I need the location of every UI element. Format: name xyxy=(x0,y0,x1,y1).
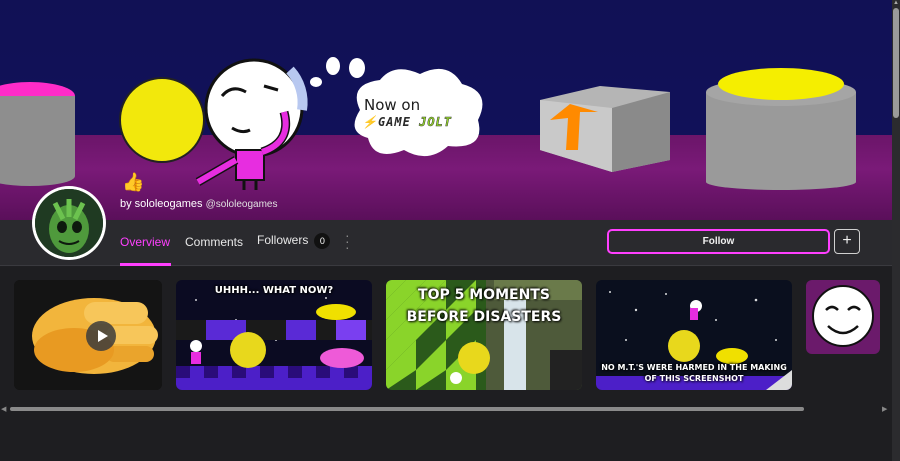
post-card-nomt[interactable]: NO M.T.'S WERE HARMED IN THE MAKING OF T… xyxy=(596,280,792,390)
author-name[interactable]: by sololeogames xyxy=(120,198,203,210)
active-tab-indicator xyxy=(120,263,171,266)
scroll-left-icon[interactable]: ◀ xyxy=(1,405,6,413)
thumbs-up-icon[interactable]: 👍 xyxy=(122,172,144,193)
play-icon[interactable] xyxy=(86,321,116,351)
posts-horizontal-scrollbar[interactable]: ◀ ▶ xyxy=(0,405,892,413)
gamejolt-logo: ⚡GAME JOLT xyxy=(362,115,452,130)
avatar-image xyxy=(35,189,103,257)
post-card-top5[interactable]: TOP 5 MOMENTS BEFORE DISASTERS xyxy=(386,280,582,390)
author-handle[interactable]: @sololeogames xyxy=(206,199,278,210)
logo-game-text: GAME xyxy=(377,115,411,129)
scrollbar-thumb[interactable] xyxy=(10,407,804,411)
byline: by sololeogames @sololeogames xyxy=(120,198,277,210)
post-card-video[interactable] xyxy=(14,280,162,390)
tab-followers-label: Followers xyxy=(257,233,309,247)
banner-now-on-text: Now on xyxy=(364,96,421,114)
scroll-right-icon[interactable]: ▶ xyxy=(882,405,887,413)
tab-overview[interactable]: Overview xyxy=(120,235,170,249)
profile-avatar[interactable] xyxy=(32,186,106,260)
posts-area: UHHH... WHAT NOW? TOP 5 MOMENTS BEFORE D… xyxy=(0,267,892,461)
post-title-uhhh: UHHH... WHAT NOW? xyxy=(214,285,334,296)
post-card-face[interactable] xyxy=(806,280,880,354)
post-image-face xyxy=(806,280,880,354)
profile-nav: Overview Comments Followers 0 · · · Follow … xyxy=(0,220,892,266)
profile-page: Now on ⚡GAME JOLT 👍 by sololeogames @sol… xyxy=(0,0,900,461)
follow-button[interactable]: Follow xyxy=(607,229,830,254)
kebab-vertical-icon[interactable]: · · · xyxy=(345,228,351,254)
post-image-uhhh xyxy=(176,280,372,390)
followers-count-badge: 0 xyxy=(314,233,331,249)
tab-comments[interactable]: Comments xyxy=(185,235,243,249)
post-title-top5: TOP 5 MOMENTS BEFORE DISASTERS xyxy=(406,287,562,325)
alien-avatar-icon xyxy=(35,189,103,257)
add-button[interactable]: + xyxy=(834,229,860,254)
logo-jolt-text: JOLT xyxy=(419,115,452,130)
page-vertical-scrollbar[interactable]: ▲ xyxy=(892,0,900,461)
tab-followers[interactable]: Followers 0 xyxy=(257,233,331,249)
scroll-up-icon[interactable]: ▲ xyxy=(893,0,899,6)
vertical-scrollbar-thumb[interactable] xyxy=(893,8,899,118)
post-card-uhhh[interactable]: UHHH... WHAT NOW? xyxy=(176,280,372,390)
post-title-nomt: NO M.T.'S WERE HARMED IN THE MAKING OF T… xyxy=(601,363,787,383)
